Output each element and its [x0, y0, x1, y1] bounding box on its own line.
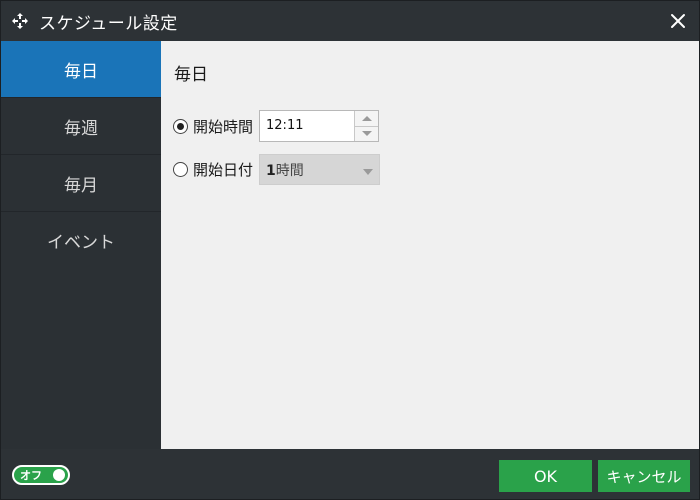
- interval-value: 1時間: [266, 160, 304, 180]
- interval-dropdown[interactable]: 1時間: [259, 154, 381, 185]
- interval-number: 1: [266, 162, 276, 179]
- sidebar-item-label: 毎月: [64, 175, 98, 196]
- schedule-toggle[interactable]: オフ: [12, 465, 70, 485]
- sidebar-item-weekly[interactable]: 毎週: [1, 98, 161, 155]
- start-time-label: 開始時間: [193, 117, 254, 136]
- sidebar-item-monthly[interactable]: 毎月: [1, 155, 161, 212]
- start-date-row: 開始日付 1時間: [173, 154, 381, 185]
- close-icon[interactable]: [665, 8, 691, 34]
- ok-button[interactable]: OK: [499, 460, 592, 492]
- start-date-radio[interactable]: [173, 162, 188, 177]
- chevron-down-icon: [363, 160, 374, 179]
- window-title: スケジュール設定: [39, 13, 178, 34]
- footer-bar: オフ OK キャンセル: [1, 449, 699, 499]
- cancel-button[interactable]: キャンセル: [598, 460, 690, 492]
- arrow-up-icon[interactable]: [355, 111, 379, 126]
- sidebar-item-label: イベント: [47, 233, 115, 253]
- radio-selected-dot: [177, 122, 184, 130]
- start-time-input[interactable]: 12:11: [259, 110, 380, 142]
- toggle-label: オフ: [20, 469, 42, 482]
- interval-unit: 時間: [275, 162, 304, 179]
- toggle-knob: [53, 469, 65, 481]
- schedule-settings-window: スケジュール設定 毎日 毎週 毎月 イベント 毎日 開始時間 12:11 開始日…: [0, 0, 700, 500]
- time-spinner: [354, 111, 379, 141]
- arrow-down-icon[interactable]: [355, 125, 379, 141]
- start-time-row: 開始時間 12:11: [173, 110, 380, 142]
- section-title: 毎日: [174, 65, 208, 85]
- schedule-type-sidebar: 毎日 毎週 毎月 イベント: [1, 41, 161, 449]
- start-time-radio[interactable]: [173, 118, 188, 134]
- sidebar-item-event[interactable]: イベント: [1, 212, 161, 269]
- title-bar: スケジュール設定: [1, 1, 699, 41]
- sidebar-item-label: 毎週: [64, 118, 98, 139]
- app-logo-icon: [9, 10, 31, 32]
- sidebar-item-daily[interactable]: 毎日: [1, 41, 161, 98]
- settings-panel: 毎日 開始時間 12:11 開始日付 1時間: [161, 41, 699, 449]
- start-time-value[interactable]: 12:11: [260, 111, 354, 141]
- start-date-label: 開始日付: [193, 161, 254, 179]
- sidebar-item-label: 毎日: [64, 61, 98, 82]
